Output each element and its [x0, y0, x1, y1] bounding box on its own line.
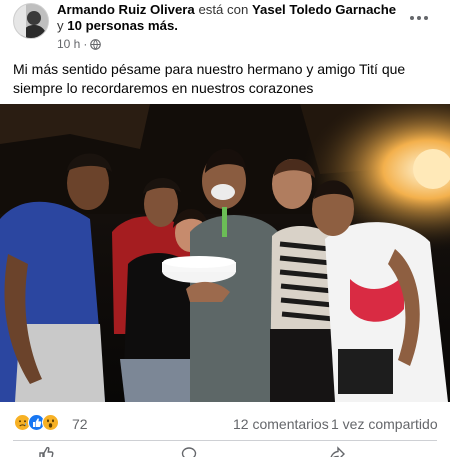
post-header-text: Armando Ruiz Olivera está con Yasel Tole…: [57, 2, 402, 34]
avatar-image: [14, 4, 48, 38]
share-action-button[interactable]: [329, 446, 345, 457]
action-bar: [0, 442, 450, 457]
post-stats: 72 12 comentarios 1 vez compartido: [0, 406, 450, 436]
thumbs-up-icon: [39, 446, 54, 457]
post-text: Mi más sentido pésame para nuestro herma…: [13, 61, 406, 96]
post-photo[interactable]: [0, 104, 450, 402]
more-options-icon[interactable]: [405, 8, 433, 28]
wow-reaction-icon: [42, 414, 59, 431]
post-header: Armando Ruiz Olivera está con Yasel Tole…: [0, 0, 450, 56]
tagged-person[interactable]: Yasel Toledo Garnache: [252, 2, 396, 17]
author-avatar[interactable]: [13, 3, 49, 39]
photo-group-image: [0, 104, 450, 402]
like-action-button[interactable]: [38, 446, 54, 457]
and-text: y: [57, 18, 64, 33]
tagged-others[interactable]: 10 personas más.: [67, 18, 178, 33]
share-icon: [330, 446, 345, 457]
meta-separator: ·: [83, 37, 88, 51]
post-time[interactable]: 10 h: [57, 37, 80, 51]
globe-icon[interactable]: [90, 38, 102, 50]
action-divider: [13, 440, 437, 441]
comment-icon: [181, 447, 197, 457]
post-meta: 10 h ·: [57, 37, 102, 51]
reactions-summary[interactable]: [14, 414, 59, 431]
reaction-count[interactable]: 72: [72, 416, 88, 432]
comments-count[interactable]: 12 comentarios: [233, 416, 329, 432]
with-text: está con: [198, 2, 249, 17]
author-name[interactable]: Armando Ruiz Olivera: [57, 2, 195, 17]
shares-count[interactable]: 1 vez compartido: [331, 416, 438, 432]
comment-action-button[interactable]: [181, 446, 197, 457]
